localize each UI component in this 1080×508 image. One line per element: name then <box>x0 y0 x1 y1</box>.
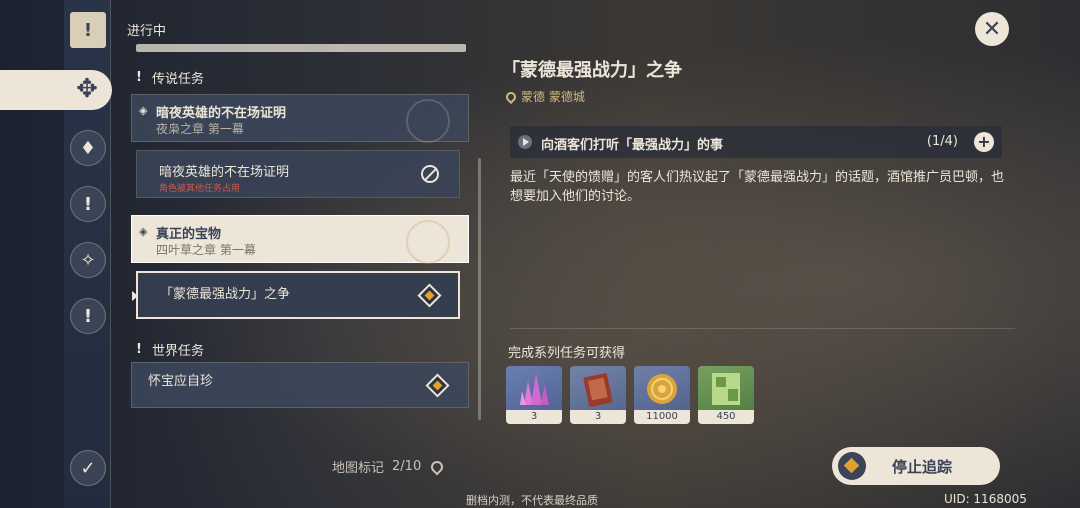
category-legend-label: 传说任务 <box>151 72 204 87</box>
stop-tracking-button[interactable]: 停止追踪 <box>832 447 1000 485</box>
quest-diamond-icon[interactable]: ✥ <box>70 72 104 106</box>
reward-exp[interactable]: 450 <box>698 366 754 424</box>
map-marker-counter: 地图标记 2/10 <box>332 457 446 476</box>
subquest-item-1[interactable]: 暗夜英雄的不在场证明 角色被其他任务占用 <box>136 150 460 198</box>
story-quest-icon[interactable]: ✧ <box>70 242 106 278</box>
quest-detail-title: 「蒙德最强战力」之争 <box>502 60 682 81</box>
play-icon <box>518 135 532 149</box>
reward-mora[interactable]: 11000 <box>634 366 690 424</box>
rewards-list: 3 3 11000 450 <box>506 366 754 424</box>
subquest-title: 暗夜英雄的不在场证明 <box>159 165 290 180</box>
tracking-diamond-icon <box>417 283 442 308</box>
tracking-icon <box>838 452 866 480</box>
location-pin-icon <box>503 89 519 104</box>
expand-plus-icon[interactable]: + <box>974 132 994 152</box>
map-pin-icon <box>428 458 446 475</box>
quest-marker-icon: ◈ <box>139 225 148 238</box>
category-legend: ! 传说任务 <box>136 68 204 87</box>
quest-chapter: 夜枭之章 第一幕 <box>156 122 244 136</box>
mora-coin-icon <box>634 366 690 410</box>
world-quest-title: 怀宝应自珍 <box>148 374 214 389</box>
list-scrollbar[interactable] <box>478 158 481 420</box>
location-text: 蒙德 蒙德城 <box>521 90 585 104</box>
world-quest-icon[interactable]: ! <box>70 298 106 334</box>
quest-description: 最近「天使的馈赠」的客人们热议起了「蒙德最强战力」的话题，酒馆推广员巴顿，也想要… <box>510 170 1005 204</box>
side-rail: ! ✥ ♦ ! ✧ ! ✓ <box>0 0 112 508</box>
quest-marker-icon: ◈ <box>139 104 148 117</box>
chapter-emblem-icon <box>406 99 450 143</box>
book-icon <box>570 366 626 410</box>
subquest-item-2[interactable]: 「蒙德最强战力」之争 <box>136 271 460 319</box>
chapter-emblem-icon <box>406 220 450 264</box>
reward-count: 3 <box>570 410 626 424</box>
objective-progress: (1/4) <box>926 134 958 149</box>
quest-title: 真正的宝物 <box>156 227 222 242</box>
beta-notice: 删档内测，不代表最终品质 <box>466 494 598 507</box>
divider <box>510 328 1015 329</box>
category-world: ! 世界任务 <box>136 340 204 359</box>
quest-book-icon[interactable]: ! <box>70 12 106 48</box>
blocked-icon <box>421 165 439 183</box>
list-scroll-edge <box>136 44 466 52</box>
crystal-icon <box>506 366 562 410</box>
rewards-label: 完成系列任务可获得 <box>508 346 626 361</box>
quest-location: 蒙德 蒙德城 <box>503 88 585 105</box>
subquest-warning: 角色被其他任务占用 <box>159 184 241 194</box>
exclamation-icon: ! <box>136 70 142 85</box>
quest-settings-icon[interactable]: ✓ <box>70 450 106 486</box>
exclamation-icon: ! <box>136 342 142 357</box>
legend-quest-icon[interactable]: ! <box>70 186 106 222</box>
stop-tracking-label: 停止追踪 <box>892 458 953 476</box>
quest-diamond-icon <box>425 373 450 398</box>
map-marker-label: 地图标记 <box>332 461 385 476</box>
category-world-label: 世界任务 <box>151 344 204 359</box>
subquest-title: 「蒙德最强战力」之争 <box>160 287 291 302</box>
reward-count: 450 <box>698 410 754 424</box>
adventure-exp-icon <box>698 366 754 410</box>
quest-header-1[interactable]: ◈ 暗夜英雄的不在场证明 夜枭之章 第一幕 <box>131 94 469 143</box>
objective-text: 向酒客们打听「最强战力」的事 <box>541 138 724 153</box>
reward-count: 3 <box>506 410 562 424</box>
reward-count: 11000 <box>634 410 690 424</box>
reward-crystal[interactable]: 3 <box>506 366 562 424</box>
reward-book[interactable]: 3 <box>570 366 626 424</box>
world-quest-item[interactable]: 怀宝应自珍 <box>131 362 469 408</box>
close-icon: ✕ <box>982 16 1002 42</box>
close-button[interactable]: ✕ <box>975 12 1009 46</box>
objective-row[interactable]: 向酒客们打听「最强战力」的事 (1/4) + <box>510 126 1002 158</box>
map-marker-count: 2/10 <box>392 459 422 474</box>
quest-header-2[interactable]: ◈ 真正的宝物 四叶草之章 第一幕 <box>131 215 469 264</box>
archon-quest-icon[interactable]: ♦ <box>70 130 106 166</box>
quest-chapter: 四叶草之章 第一幕 <box>156 243 256 257</box>
section-title: 进行中 <box>127 24 167 39</box>
quest-title: 暗夜英雄的不在场证明 <box>156 106 287 121</box>
uid-label: UID: 1168005 <box>944 492 1027 506</box>
